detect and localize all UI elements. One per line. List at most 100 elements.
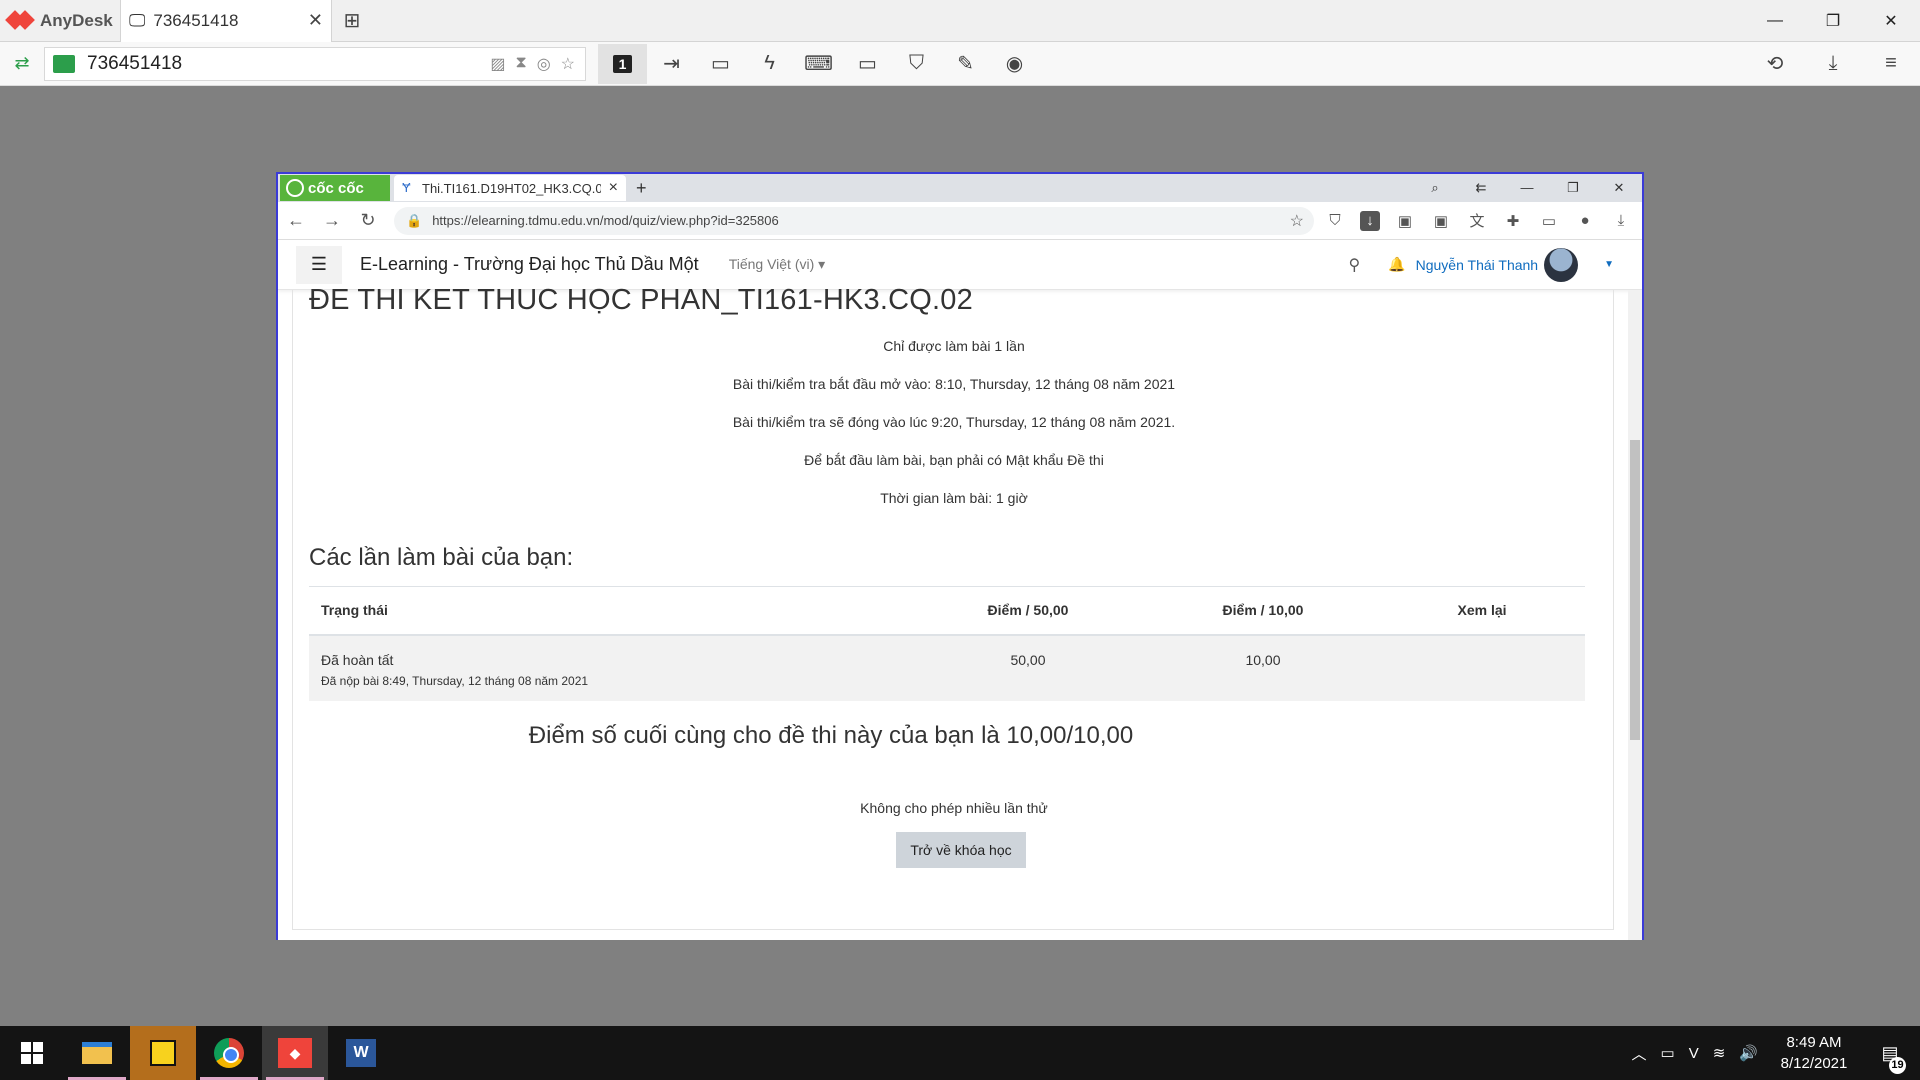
folder-icon [82,1042,112,1064]
extension-red-icon[interactable]: ▣ [1430,212,1452,230]
session-tab-label: 736451418 [153,10,239,30]
session-tools: 1 ⇥ ▭ ϟ ⌨ ▭ ⛉ ✎ ◉ [598,43,1039,84]
display-icon[interactable]: ▭ [843,44,892,84]
moodle-navbar: ☰ E-Learning - Trường Đại học Thủ Dầu Mộ… [278,240,1642,290]
downloads-icon[interactable]: ⤓ [1610,212,1632,229]
extension-badge-icon[interactable]: ▣ [1394,212,1416,230]
back-to-course-button[interactable]: Trở về khóa học [896,832,1026,868]
start-button[interactable] [0,1026,64,1080]
switch-sides-icon[interactable]: ⇥ [647,44,696,84]
notification-count: 19 [1889,1056,1906,1074]
show-hidden-icons-chevron-icon[interactable]: ︿ [1632,1043,1647,1064]
vpn-icon[interactable]: V [1689,1045,1699,1062]
close-button[interactable]: ✕ [1862,0,1920,42]
table-row: Đã hoàn tất Đã nộp bài 8:49, Thursday, 1… [309,634,1585,701]
quiz-info: Chỉ được làm bài 1 lần Bài thi/kiểm tra … [293,336,1615,526]
connection-status-icon[interactable]: ⇄ [0,53,44,74]
anydesk-titlebar: AnyDesk 🖵 736451418 ✕ ⊞ — ❐ ✕ [0,0,1920,42]
minimize-button[interactable]: — [1746,0,1804,42]
scrollbar-thumb[interactable] [1630,440,1640,740]
user-menu-caret-icon[interactable]: ▼ [1604,259,1614,270]
browser-minimize-button[interactable]: — [1504,180,1550,196]
history-icon[interactable]: ⟲ [1746,44,1804,84]
monitor-select-button[interactable]: 1 [598,43,647,84]
back-arrow-icon[interactable]: ← [278,210,314,231]
attempt-status: Đã hoàn tất [321,651,394,668]
avatar[interactable] [1544,247,1579,282]
notification-center-icon[interactable]: ▤ 19 [1870,1043,1910,1074]
taskbar-file-explorer[interactable] [64,1026,130,1080]
page-scrollbar[interactable] [1628,290,1642,940]
keyboard-icon[interactable]: ⌨ [794,44,843,84]
taskbar-anydesk[interactable]: ◆ [262,1026,328,1080]
url-text[interactable]: https://elearning.tdmu.edu.vn/mod/quiz/v… [432,213,779,228]
main-menu-icon[interactable]: ≡ [1862,44,1920,84]
new-tab-icon[interactable]: + [636,178,647,199]
lock-icon: 🔒 [406,212,423,228]
monitor-icon: 🖵 [129,10,146,30]
volume-icon[interactable]: 🔊 [1739,1044,1758,1062]
battery-icon[interactable]: ▭ [1661,1044,1675,1062]
taskbar-sticky-notes[interactable] [130,1026,196,1080]
anydesk-logo: AnyDesk [0,0,120,42]
site-name[interactable]: E-Learning - Trường Đại học Thủ Dầu Một [360,254,699,275]
forward-arrow-icon[interactable]: → [314,210,350,231]
close-tab-icon[interactable]: × [609,179,618,197]
clock[interactable]: 8:49 AM 8/12/2021 [1772,1032,1856,1074]
browser-close-button[interactable]: ✕ [1596,180,1642,196]
close-tab-icon[interactable]: ✕ [308,10,323,31]
header-review: Xem lại [1379,586,1585,636]
user-name[interactable]: Nguyễn Thái Thanh [1416,257,1538,273]
attempts-heading: Các lần làm bài của bạn: [309,544,574,571]
screenshot-icon[interactable]: ⌕ [1412,180,1458,196]
anydesk-logo-icon [6,11,32,31]
wifi-icon[interactable]: ≋ [1713,1044,1726,1062]
coccoc-menu-button[interactable]: cốc cốc [280,175,390,201]
address-value[interactable]: 736451418 [87,53,182,75]
final-grade-text: Điểm số cuối cùng cho đề thi này của bạn… [528,722,1134,749]
address-field[interactable]: 736451418 ▨ ⧗ ◎ ☆ [44,46,586,81]
back-arrows-icon[interactable]: ⇇ [1458,180,1504,196]
url-bar[interactable]: 🔒 https://elearning.tdmu.edu.vn/mod/quiz… [394,206,1314,235]
bookmark-star-icon[interactable]: ☆ [1290,211,1314,231]
new-tab-button[interactable]: ⊞ [332,0,372,42]
whiteboard-pen-icon[interactable]: ✎ [941,44,990,84]
chat-icon[interactable]: ▭ [696,44,745,84]
file-transfer-icon[interactable]: ⤓ [1804,44,1862,84]
actions-lightning-icon[interactable]: ϟ [745,44,794,84]
permissions-shield-icon[interactable]: ⛉ [892,44,941,84]
maximize-button[interactable]: ❐ [1804,0,1862,42]
menu-hamburger-icon[interactable]: ☰ [296,245,342,284]
language-menu[interactable]: Tiếng Việt (vi) ▾ [729,256,826,273]
favorite-star-icon[interactable]: ☆ [561,54,575,74]
browser-window-controls: ⌕ ⇇ — ❐ ✕ [1412,180,1642,196]
no-more-attempts-text: Không cho phép nhiều lần thử [860,800,1048,816]
browser-restore-button[interactable]: ❐ [1550,180,1596,196]
shield-extension-icon[interactable]: ⛉ [1324,212,1346,229]
coccoc-brand-label: cốc cốc [308,179,364,197]
header-status: Trạng thái [309,586,909,636]
record-session-icon[interactable]: ◉ [990,44,1039,84]
taskbar-word[interactable]: W [328,1026,394,1080]
database-icon: ◎ [536,55,551,73]
cast-icon[interactable]: ▭ [1538,212,1560,230]
password-required-text: Để bắt đầu làm bài, bạn phải có Mật khẩu… [804,452,1104,468]
clock-time: 8:49 AM [1786,1034,1842,1051]
search-icon[interactable]: ⚲ [1348,255,1360,275]
translate-icon[interactable]: 文 [1466,210,1488,231]
system-tray: ︿ ▭ V ≋ 🔊 8:49 AM 8/12/2021 ▤ 19 [1632,1032,1920,1074]
reload-icon[interactable]: ↻ [350,210,386,231]
cell-grade: 10,00 [1147,634,1379,701]
profile-avatar-icon[interactable]: ● [1574,212,1596,229]
anydesk-session-tab[interactable]: 🖵 736451418 ✕ [120,0,332,42]
download-extension-icon[interactable]: ↓ [1360,210,1380,231]
header-marks: Điểm / 50,00 [909,586,1147,636]
notification-bell-icon[interactable]: 🔔 [1388,256,1405,273]
cell-marks: 50,00 [909,634,1147,701]
puzzle-extensions-icon[interactable]: ✚ [1502,212,1524,230]
extensions-bar: ⛉ ↓ ▣ ▣ 文 ✚ ▭ ● ⤓ [1324,210,1632,231]
remote-monitor-icon [53,54,75,73]
taskbar-chrome[interactable] [196,1026,262,1080]
browser-tab-quiz[interactable]: Ɏ Thi.TI161.D19HT02_HK3.CQ.02 × [394,175,626,201]
no-display-icon: ▨ [490,55,506,73]
